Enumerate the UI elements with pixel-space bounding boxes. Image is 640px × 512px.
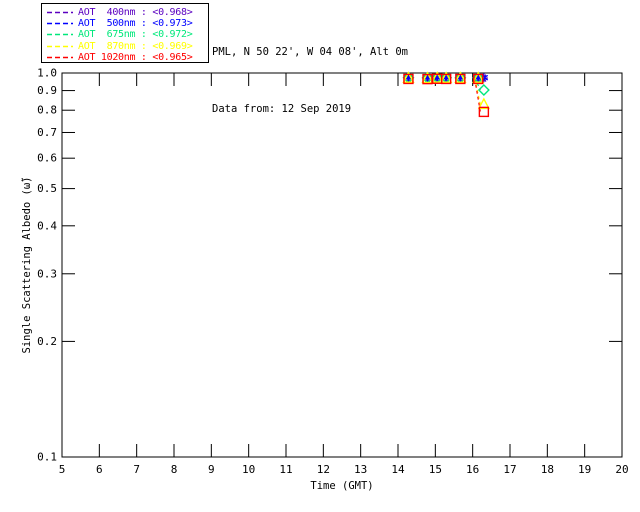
x-tick-label: 20 (615, 463, 628, 476)
x-tick-label: 14 (391, 463, 405, 476)
y-tick-label: 0.9 (37, 84, 57, 97)
chart-canvas: 5 6 7 8 9 10 11 12 13 14 15 16 17 18 19 20 1.0 0.9 0.8 0.7 0… (21, 67, 629, 493)
y-tick-label: 0.5 (37, 182, 57, 195)
y-tick-label: 0.8 (37, 104, 57, 117)
y-tick-label: 0.6 (37, 152, 57, 165)
x-tick-label: 11 (279, 463, 292, 476)
x-tick-label: 16 (466, 463, 479, 476)
y-tick-label: 0.1 (37, 451, 57, 464)
y-tick-label: 1.0 (37, 67, 57, 80)
ssa-plot-page: AOT 400nm : <0.968> AOT 500nm : <0.973> AO… (0, 0, 640, 512)
x-tick-label: 12 (317, 463, 330, 476)
x-tick-label: 10 (242, 463, 255, 476)
y-tick-label: 0.7 (37, 126, 57, 139)
x-tick-label: 6 (96, 463, 103, 476)
y-tick-label: 0.2 (37, 335, 57, 348)
x-tick-label: 15 (429, 463, 442, 476)
x-tick-label: 8 (171, 463, 178, 476)
x-tick-label: 17 (503, 463, 516, 476)
x-tick-label: 9 (208, 463, 215, 476)
y-axis-title: Single Scattering Albedo (ω̃) (21, 176, 33, 353)
x-axis-title: Time (GMT) (310, 480, 373, 492)
plot-frame (61, 72, 623, 458)
x-tick-label: 19 (578, 463, 591, 476)
y-tick-label: 0.3 (37, 267, 57, 280)
x-tick-label: 7 (133, 463, 140, 476)
y-tick-label: 0.4 (37, 219, 57, 232)
x-tick-label: 18 (541, 463, 554, 476)
x-tick-label: 13 (354, 463, 367, 476)
x-tick-label: 5 (59, 463, 66, 476)
